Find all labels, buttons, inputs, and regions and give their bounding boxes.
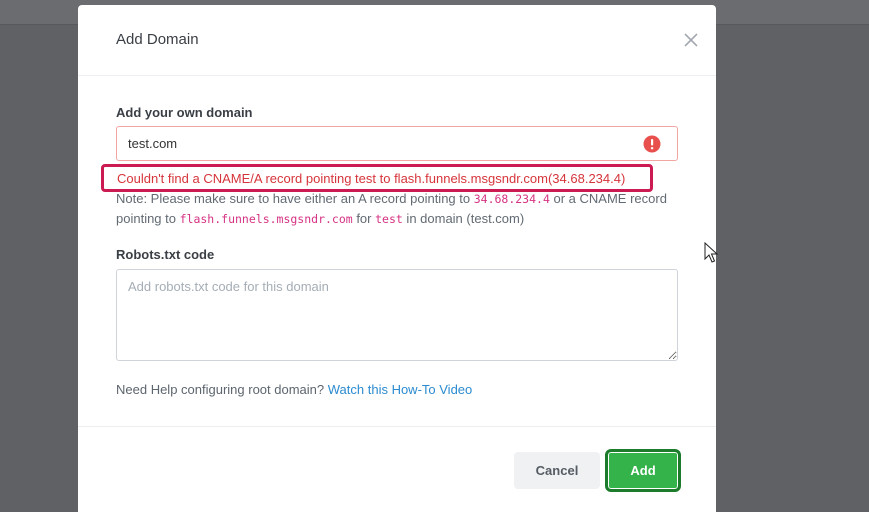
domain-input[interactable] bbox=[116, 126, 678, 161]
note-ip: 34.68.234.4 bbox=[473, 192, 550, 206]
note-text-3: for bbox=[352, 211, 376, 226]
domain-error-message: Couldn't find a CNAME/A record pointing … bbox=[101, 164, 653, 192]
modal-header: Add Domain bbox=[78, 5, 716, 76]
domain-label: Add your own domain bbox=[116, 105, 253, 120]
note-text-4: in domain (test.com) bbox=[402, 211, 525, 226]
robots-label: Robots.txt code bbox=[116, 247, 215, 262]
how-to-video-link[interactable]: Watch this How-To Video bbox=[328, 382, 473, 397]
add-button[interactable]: Add bbox=[605, 449, 681, 492]
dns-note: Note: Please make sure to have either an… bbox=[116, 189, 676, 229]
note-subdomain: test bbox=[375, 212, 403, 226]
footer-divider bbox=[78, 426, 716, 427]
exclamation-circle-icon bbox=[643, 135, 661, 153]
note-host: flash.funnels.msgsndr.com bbox=[179, 212, 353, 226]
robots-textarea[interactable] bbox=[116, 269, 678, 361]
cancel-button[interactable]: Cancel bbox=[514, 452, 600, 489]
mouse-pointer-icon bbox=[704, 241, 719, 264]
close-icon[interactable] bbox=[682, 31, 700, 49]
note-text-1: Note: Please make sure to have either an… bbox=[116, 191, 474, 206]
modal-title: Add Domain bbox=[116, 31, 199, 48]
add-domain-modal: Add Domain Add your own domain Note: Ple… bbox=[78, 5, 716, 512]
help-label: Need Help configuring root domain? bbox=[116, 382, 328, 397]
help-text: Need Help configuring root domain? Watch… bbox=[116, 382, 472, 397]
